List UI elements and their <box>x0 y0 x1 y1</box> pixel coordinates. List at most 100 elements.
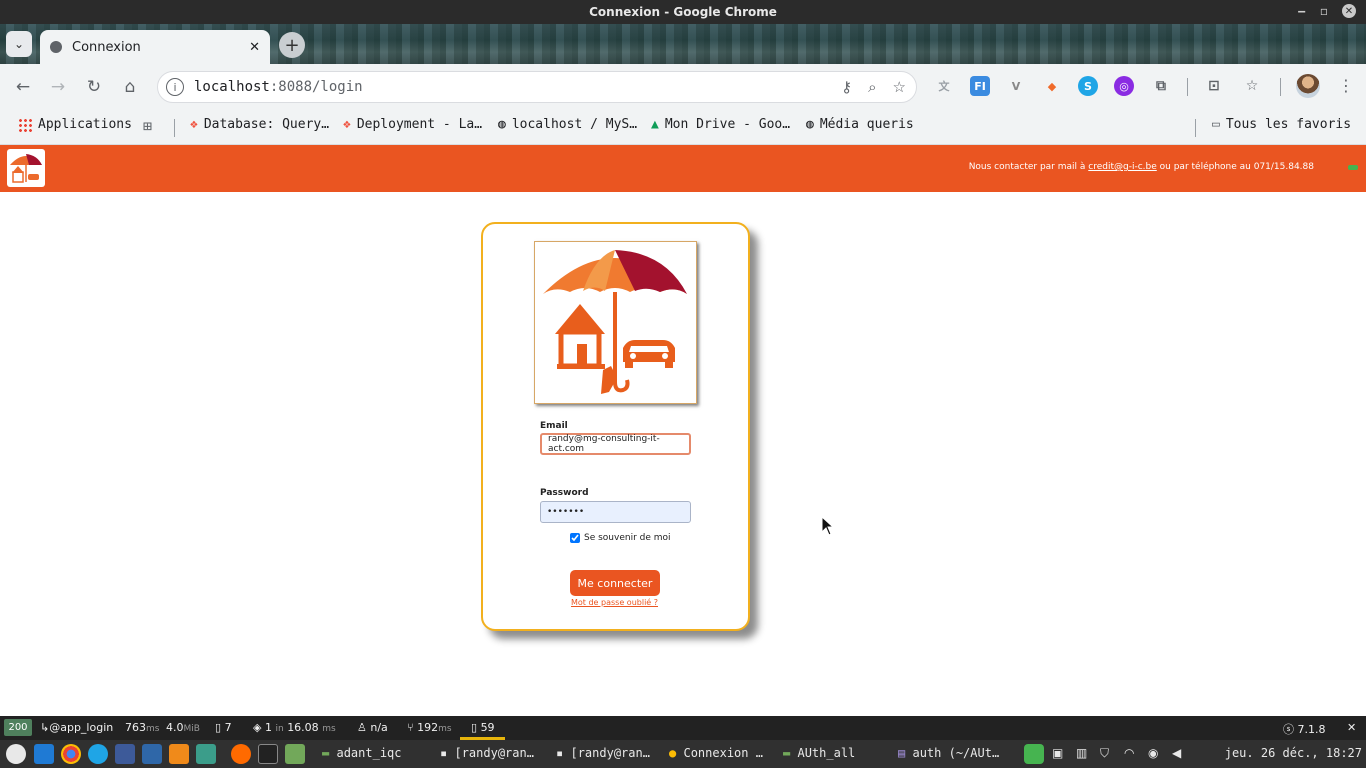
chrome-icon[interactable] <box>61 744 81 764</box>
wifi-icon[interactable]: ◠ <box>1124 746 1134 760</box>
address-bar[interactable]: i localhost:8088/login ⚷ ⌕ ☆ <box>157 71 917 103</box>
bookmark-applications[interactable]: Applications <box>18 117 132 132</box>
os-taskbar: ▬ adant_iqc ▪ [randy@ran… ▪ [randy@ran… … <box>0 740 1366 768</box>
flame-extension-icon[interactable]: ◆ <box>1042 76 1062 96</box>
tab-groups-icon[interactable]: ⊞ <box>143 117 152 135</box>
symfony-version[interactable]: ⓢ 7.1.8 <box>1283 721 1326 737</box>
puzzle-icon[interactable]: ⧉ <box>1151 76 1171 96</box>
clipboard-icon[interactable]: ▣ <box>1052 746 1063 760</box>
bookmark-label: Média queris <box>819 117 914 132</box>
url-text[interactable]: localhost:8088/login <box>194 79 363 95</box>
database-queries[interactable]: ◈ 1 in 16.08 ms <box>253 721 336 734</box>
bookmark-deployment[interactable]: ❖ Deployment - La… <box>343 117 482 132</box>
contact-info: Nous contacter par mail à credit@g-i-c.b… <box>969 162 1314 172</box>
email-field[interactable]: randy@mg-consulting-it-act.com <box>540 433 691 455</box>
taskbar-label: Connexion … <box>683 746 763 760</box>
request-time[interactable]: 763ms <box>125 721 159 734</box>
tab-search-button[interactable]: ⌄ <box>6 31 32 57</box>
route-info[interactable]: ↳@app_login <box>40 721 113 734</box>
time-value: 763 <box>125 721 146 734</box>
fork-icon: ⑂ <box>407 721 414 734</box>
bookmark-media-queris[interactable]: ◍ Média queris <box>806 117 914 132</box>
reload-icon[interactable]: ↻ <box>83 77 105 97</box>
cache-time[interactable]: ⑂ 192ms <box>407 721 452 734</box>
bookmark-database-query[interactable]: ❖ Database: Query… <box>190 117 329 132</box>
taskbar-item-connexion[interactable]: ● Connexion … <box>669 746 763 760</box>
system-clock[interactable]: jeu. 26 déc., 18:27 <box>1225 746 1362 760</box>
bookmark-mon-drive[interactable]: ▲ Mon Drive - Goo… <box>651 117 790 132</box>
site-logo[interactable] <box>7 149 45 187</box>
cache-value: 192 <box>417 721 439 734</box>
all-bookmarks-folder[interactable]: ▭ Tous les favoris <box>1212 117 1351 132</box>
close-icon[interactable]: ✕ <box>1342 4 1356 18</box>
vscode-icon[interactable] <box>34 744 54 764</box>
shield-icon[interactable]: ⛉ <box>1100 746 1109 761</box>
files-icon[interactable] <box>285 744 305 764</box>
toolbar-divider <box>1280 78 1281 96</box>
skype-icon[interactable] <box>88 744 108 764</box>
key-icon[interactable]: ⚷ <box>841 78 852 96</box>
forms-count[interactable]: ▯ 7 <box>215 721 232 734</box>
update-check-icon[interactable] <box>1024 744 1044 764</box>
contact-email-link[interactable]: credit@g-i-c.be <box>1088 162 1157 172</box>
plus-icon: + <box>284 34 300 56</box>
debug-close-icon[interactable]: ✕ <box>1347 721 1356 734</box>
remember-me-label: Se souvenir de moi <box>584 533 671 543</box>
remember-me-checkbox[interactable] <box>570 533 580 543</box>
screenshot-icon[interactable]: ⊡ <box>1204 76 1224 96</box>
forward-arrow-icon[interactable]: → <box>47 77 69 97</box>
purple-extension-icon[interactable]: ◎ <box>1114 76 1134 96</box>
mail-icon[interactable] <box>115 744 135 764</box>
home-icon[interactable]: ⌂ <box>119 77 141 97</box>
login-logo <box>534 241 697 404</box>
tab-connexion[interactable]: Connexion ✕ <box>40 30 270 64</box>
password-field[interactable]: ••••••• <box>540 501 691 523</box>
bookmarks-star-icon[interactable]: ☆ <box>1242 76 1262 96</box>
dbeaver-icon[interactable] <box>196 744 216 764</box>
chrome-icon: ● <box>669 746 677 760</box>
taskbar-label: adant_iqc <box>336 746 402 760</box>
taskbar-item-auth-all[interactable]: ▬ AUth_all <box>783 746 855 760</box>
maximize-icon[interactable]: ▫ <box>1320 4 1328 18</box>
umbrella-house-car-logo-icon <box>10 154 42 183</box>
taskbar-item-auth-editor[interactable]: ▤ auth (~/AUt… <box>898 746 999 760</box>
terminal-icon: ▪ <box>440 746 448 760</box>
forgot-password-link[interactable]: Mot de passe oublié ? <box>571 598 658 607</box>
forms-value: 7 <box>224 721 232 734</box>
zoom-icon[interactable]: ⌕ <box>868 78 876 96</box>
gitlab-icon[interactable] <box>169 744 189 764</box>
taskbar-item-adant-iqc[interactable]: ▬ adant_iqc <box>322 746 402 760</box>
terminal-icon[interactable] <box>258 744 278 764</box>
taskbar-item-terminal-1[interactable]: ▪ [randy@ran… <box>440 746 534 760</box>
login-button[interactable]: Me connecter <box>570 570 660 596</box>
memory-usage[interactable]: 4.0MiB <box>166 721 200 734</box>
notes-icon[interactable]: ▥ <box>1076 746 1087 760</box>
skype-extension-icon[interactable]: S <box>1078 76 1098 96</box>
tab-label: Connexion <box>72 39 141 55</box>
status-code-badge[interactable]: 200 <box>4 719 32 736</box>
translate-extension-icon[interactable]: 文 <box>934 76 954 96</box>
fi-extension-icon[interactable]: FI <box>970 76 990 96</box>
site-info-icon[interactable]: i <box>166 78 184 96</box>
vue-extension-icon[interactable]: V <box>1006 76 1026 96</box>
bookmark-localhost-mysql[interactable]: ◍ localhost / MyS… <box>498 117 637 132</box>
remember-me[interactable]: Se souvenir de moi <box>570 533 671 543</box>
security-user[interactable]: ♙ n/a <box>357 721 388 734</box>
start-menu-icon[interactable] <box>6 744 26 764</box>
url-path: :8088/login <box>269 79 363 95</box>
firefox-icon[interactable] <box>231 744 251 764</box>
minimize-icon[interactable]: ‒ <box>1298 4 1306 18</box>
profile-avatar[interactable] <box>1296 74 1320 98</box>
taskbar-item-terminal-2[interactable]: ▪ [randy@ran… <box>556 746 650 760</box>
new-tab-button[interactable]: + <box>279 32 305 58</box>
kebab-menu-icon[interactable]: ⋮ <box>1338 76 1354 95</box>
star-icon[interactable]: ☆ <box>893 78 906 96</box>
contact-suffix: ou par téléphone au 071/15.84.88 <box>1156 162 1314 172</box>
back-arrow-icon[interactable]: ← <box>12 77 34 97</box>
nvidia-icon[interactable]: ◉ <box>1148 746 1158 760</box>
tab-close-icon[interactable]: ✕ <box>249 40 260 55</box>
camera-icon[interactable] <box>142 744 162 764</box>
twig-count[interactable]: ▯ 59 <box>471 721 495 734</box>
all-bookmarks-label: Tous les favoris <box>1225 117 1352 132</box>
volume-icon[interactable]: ◀ <box>1172 746 1181 760</box>
